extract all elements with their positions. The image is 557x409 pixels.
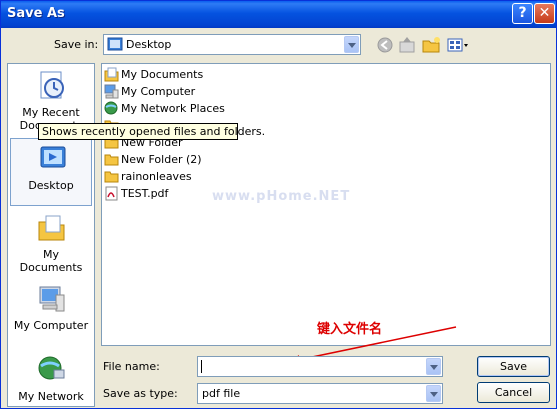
network-icon [38,356,65,380]
folder-icon [104,154,119,166]
my-documents-icon [104,67,119,82]
place-label: My Computer [13,319,89,332]
file-name-dropdown[interactable] [425,357,442,376]
desktop-icon [40,146,66,168]
save-type-value: pdf file [202,387,241,400]
place-desktop[interactable]: Desktop [10,138,92,206]
chevron-down-icon[interactable] [426,385,441,402]
network-icon [104,101,118,115]
save-type-label: Save as type: [103,387,178,400]
computer-icon [104,84,119,99]
file-name-label: File name: [103,360,160,373]
back-icon[interactable] [375,35,397,55]
save-button[interactable]: Save [477,356,550,377]
places-bar: My Recent Documents Desktop My Documents [7,63,95,407]
place-my-computer[interactable]: My Computer [10,279,92,347]
list-item-name: rainonleaves [121,170,192,183]
place-my-documents[interactable]: My Documents [10,208,92,276]
computer-icon [39,286,65,312]
save-in-value: Desktop [126,38,172,51]
save-as-dialog: Save As ? ✕ Save in: Desktop My Recent D… [0,0,557,409]
close-button[interactable]: ✕ [534,3,555,24]
file-name-input[interactable] [197,356,443,377]
save-type-dropdown[interactable]: pdf file [197,383,443,404]
list-item-name: TEST.pdf [121,187,169,200]
list-item-name: My Computer [121,85,196,98]
help-button[interactable]: ? [512,3,533,24]
chevron-down-icon[interactable] [344,36,359,53]
file-list[interactable]: My Documents My Computer My Network Plac… [101,63,551,346]
folder-icon [104,171,119,183]
chevron-down-icon[interactable] [426,358,441,375]
save-in-label: Save in: [54,38,99,51]
save-in-dropdown[interactable]: Desktop [103,34,361,55]
views-menu-icon[interactable] [446,35,470,55]
title-bar[interactable]: Save As ? ✕ [1,1,556,28]
list-item-name: My Documents [121,68,204,81]
text-cursor [201,360,202,373]
dialog-title: Save As [7,6,65,21]
list-item-name: New Folder (2) [121,153,202,166]
new-folder-icon[interactable] [421,35,443,55]
place-label: My Network [18,390,84,403]
place-my-network[interactable]: My Network [10,350,92,408]
pdf-icon [105,186,118,201]
place-label: Desktop [28,179,74,192]
watermark: www.pHome.NET [212,189,351,204]
up-folder-icon[interactable] [397,35,419,55]
place-label: My Documents [19,248,83,274]
tooltip: Shows recently opened files and folders. [38,123,265,140]
desktop-icon [107,37,123,51]
list-item-name: My Network Places [121,102,225,115]
recent-documents-icon [40,71,64,99]
cancel-button[interactable]: Cancel [477,382,550,403]
my-documents-icon [38,215,65,241]
